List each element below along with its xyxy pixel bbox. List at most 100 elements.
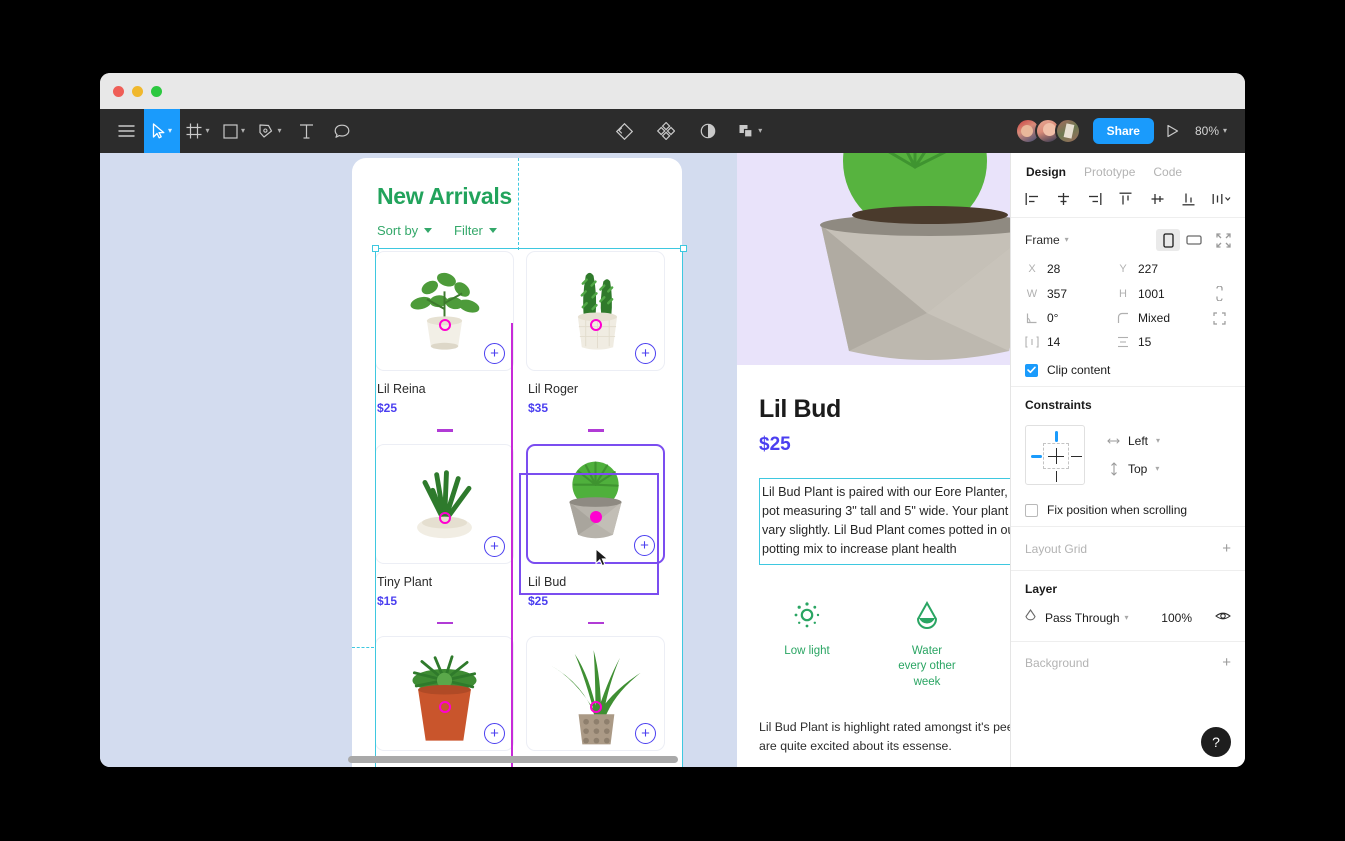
pen-tool-button[interactable]: ▾: [252, 109, 288, 153]
component-tool-button[interactable]: [648, 109, 684, 153]
align-left-icon[interactable]: [1025, 192, 1040, 206]
selection-handle[interactable]: [371, 244, 379, 252]
fix-position-checkbox[interactable]: [1025, 503, 1038, 517]
height-property[interactable]: H 1001: [1116, 287, 1207, 301]
align-horizontal-center-icon[interactable]: [1056, 192, 1071, 206]
horizontal-constraint-dropdown[interactable]: Left ▾: [1107, 434, 1160, 448]
h-value[interactable]: 1001: [1138, 287, 1165, 301]
sort-by-dropdown[interactable]: Sort by: [377, 223, 433, 238]
x-property[interactable]: X 28: [1025, 262, 1116, 276]
chevron-down-icon[interactable]: ▾: [205, 127, 209, 135]
design-canvas[interactable]: New Arrivals Sort by Filter + Lil Reina …: [100, 153, 1010, 767]
resize-to-fit-button[interactable]: [1216, 232, 1231, 248]
chevron-down-icon[interactable]: ▾: [277, 127, 281, 135]
present-button[interactable]: [1154, 109, 1191, 153]
prototype-hotspot-indicator: [589, 701, 602, 714]
product-card[interactable]: + Lil Reina $25: [375, 251, 514, 444]
lock-aspect-ratio-button[interactable]: [1207, 286, 1231, 301]
blend-mode-dropdown[interactable]: Pass Through ▾: [1045, 611, 1129, 625]
add-to-cart-button[interactable]: +: [635, 343, 656, 364]
boolean-tool-button[interactable]: ▾: [732, 109, 768, 153]
rotation-property[interactable]: 0°: [1025, 311, 1116, 325]
minimize-window-button[interactable]: [132, 86, 143, 97]
product-image[interactable]: +: [375, 636, 514, 751]
main-menu-button[interactable]: [108, 109, 144, 153]
align-vertical-center-icon[interactable]: [1150, 192, 1165, 206]
w-value[interactable]: 357: [1047, 287, 1067, 301]
tab-design[interactable]: Design: [1026, 165, 1066, 179]
constraint-top-handle[interactable]: [1054, 431, 1058, 442]
align-bottom-icon[interactable]: [1181, 192, 1196, 206]
fix-position-row[interactable]: Fix position when scrolling: [1025, 503, 1231, 517]
align-right-icon[interactable]: [1087, 192, 1102, 206]
vertical-spacing-property[interactable]: 15: [1116, 335, 1207, 349]
product-image[interactable]: +: [526, 443, 665, 564]
corner-radius-value[interactable]: Mixed: [1138, 311, 1170, 325]
rotation-value[interactable]: 0°: [1047, 311, 1058, 325]
tab-code[interactable]: Code: [1153, 165, 1182, 179]
eye-icon[interactable]: [1215, 609, 1231, 627]
maximize-window-button[interactable]: [151, 86, 162, 97]
help-button[interactable]: ?: [1201, 727, 1231, 757]
product-card[interactable]: + Lil Bud $25: [526, 443, 665, 637]
shape-tool-button[interactable]: ▾: [216, 109, 252, 153]
text-tool-button[interactable]: [288, 109, 324, 153]
distribute-more-icon[interactable]: [1212, 192, 1231, 206]
description-text-selection[interactable]: Lil Bud Plant is paired with our Eore Pl…: [759, 478, 1010, 565]
add-background-button[interactable]: +: [1222, 655, 1231, 670]
y-value[interactable]: 227: [1138, 262, 1158, 276]
add-to-cart-button[interactable]: +: [484, 723, 505, 744]
canvas-horizontal-scrollbar[interactable]: [348, 756, 678, 763]
product-image[interactable]: +: [375, 251, 514, 371]
tab-prototype[interactable]: Prototype: [1084, 165, 1135, 179]
frame-lil-bud-detail[interactable]: + Lil Bud $25 Lil Bud Plant is paired wi…: [737, 153, 1010, 767]
width-property[interactable]: W 357: [1025, 287, 1116, 301]
orientation-portrait-button[interactable]: [1156, 229, 1180, 251]
horizontal-padding-property[interactable]: 14: [1025, 335, 1116, 349]
vertical-constraint-dropdown[interactable]: Top ▾: [1107, 462, 1160, 476]
vertical-spacing-value[interactable]: 15: [1138, 335, 1151, 349]
avatar[interactable]: [1054, 118, 1081, 144]
add-to-cart-button[interactable]: +: [635, 723, 656, 744]
constraint-left-handle[interactable]: [1031, 454, 1042, 458]
independent-corners-button[interactable]: [1207, 311, 1231, 325]
comment-tool-button[interactable]: [324, 109, 360, 153]
filter-dropdown[interactable]: Filter: [454, 223, 497, 238]
product-image[interactable]: +: [375, 443, 514, 564]
product-card[interactable]: +: [375, 636, 514, 751]
add-to-cart-button[interactable]: +: [484, 343, 505, 364]
constraint-right-handle[interactable]: [1071, 455, 1082, 457]
zoom-level-dropdown[interactable]: 80% ▾: [1191, 124, 1237, 138]
mask-tool-button[interactable]: [690, 109, 726, 153]
corner-radius-property[interactable]: Mixed: [1116, 311, 1207, 325]
close-window-button[interactable]: [113, 86, 124, 97]
product-image[interactable]: +: [526, 251, 665, 371]
align-top-icon[interactable]: [1118, 192, 1133, 206]
layer-opacity-value[interactable]: 100%: [1161, 611, 1192, 625]
frame-tool-button[interactable]: ▾: [180, 109, 216, 153]
clip-content-checkbox[interactable]: [1025, 363, 1038, 377]
product-card[interactable]: + Tiny Plant $15: [375, 443, 514, 637]
clip-content-row[interactable]: Clip content: [1025, 363, 1231, 377]
add-layout-grid-button[interactable]: +: [1222, 541, 1231, 556]
constraints-widget[interactable]: [1025, 425, 1085, 485]
product-card[interactable]: +: [526, 636, 665, 751]
share-button[interactable]: Share: [1092, 118, 1154, 144]
chevron-down-icon[interactable]: ▾: [168, 127, 172, 135]
y-property[interactable]: Y 227: [1116, 262, 1207, 276]
orientation-landscape-button[interactable]: [1182, 229, 1206, 251]
selection-handle[interactable]: [679, 244, 687, 252]
chevron-down-icon[interactable]: ▾: [241, 127, 245, 135]
component-swap-button[interactable]: [606, 109, 642, 153]
move-tool-button[interactable]: ▾: [144, 109, 180, 153]
product-card[interactable]: + Lil Roger $35: [526, 251, 665, 444]
chevron-down-icon[interactable]: ▾: [758, 127, 762, 135]
add-to-cart-button[interactable]: +: [634, 534, 655, 556]
constraint-bottom-handle[interactable]: [1055, 471, 1057, 482]
add-to-cart-button[interactable]: +: [484, 535, 505, 557]
frame-new-arrivals[interactable]: New Arrivals Sort by Filter + Lil Reina …: [352, 158, 682, 767]
frame-type-dropdown[interactable]: Frame ▾: [1025, 233, 1069, 247]
x-value[interactable]: 28: [1047, 262, 1060, 276]
product-image[interactable]: +: [526, 636, 665, 751]
horizontal-padding-value[interactable]: 14: [1047, 335, 1060, 349]
